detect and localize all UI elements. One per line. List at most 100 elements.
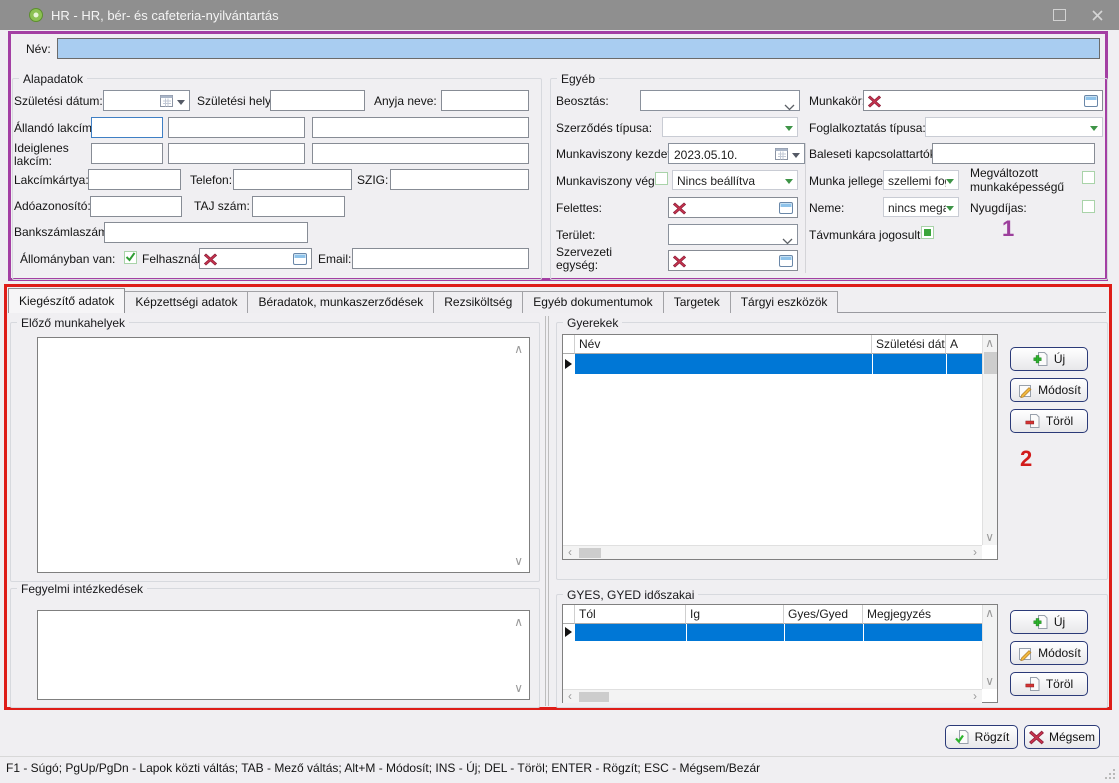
scroll-up-icon[interactable]: ∧ bbox=[514, 344, 523, 354]
bankszamlaszam-input[interactable] bbox=[104, 222, 308, 243]
gyerekek-selected-row[interactable] bbox=[575, 354, 982, 374]
chevron-down-icon bbox=[782, 232, 793, 250]
scrollbar-thumb[interactable] bbox=[579, 692, 609, 702]
szuletesi-datum-input[interactable] bbox=[103, 90, 190, 111]
scroll-up-icon[interactable]: ∧ bbox=[985, 608, 994, 618]
munka-jellege-label: Munka jellege: bbox=[809, 175, 886, 188]
nev-label: Név: bbox=[26, 43, 51, 56]
munkaviszony-vege-select[interactable]: Nincs beállítva bbox=[672, 170, 798, 190]
elozo-munkahelyek-listbox[interactable]: ∧ ∨ bbox=[37, 337, 530, 573]
fegyelmi-intezkedesek-listbox[interactable]: ∧ ∨ bbox=[37, 610, 530, 700]
foglalkoztatas-tipusa-select[interactable] bbox=[925, 117, 1103, 137]
tab-targyi-eszkozok[interactable]: Tárgyi eszközök bbox=[730, 291, 839, 313]
anyja-neve-input[interactable] bbox=[441, 90, 529, 111]
tavmunkara-jogosult-checkbox[interactable] bbox=[921, 226, 934, 239]
check-icon bbox=[125, 252, 136, 262]
scroll-down-icon[interactable]: ∨ bbox=[514, 556, 523, 566]
scrollbar-thumb[interactable] bbox=[984, 352, 997, 374]
munkaviszony-kezdete-value: 2023.05.10. bbox=[674, 148, 737, 162]
gyes-vertical-scrollbar[interactable]: ∧ ∨ bbox=[982, 605, 997, 689]
gyerekek-horizontal-scrollbar[interactable]: ‹ › bbox=[563, 545, 982, 559]
megsem-button[interactable]: Mégsem bbox=[1024, 725, 1100, 749]
munkakor-lookup-field[interactable] bbox=[863, 90, 1103, 111]
scroll-down-icon[interactable]: ∨ bbox=[985, 676, 994, 686]
szerzodes-tipusa-select[interactable] bbox=[662, 117, 798, 137]
gyes-selected-row[interactable] bbox=[575, 624, 982, 641]
gyes-gyed-table[interactable]: Tól Ig Gyes/Gyed Megjegyzés ∧ ∨ ‹ › bbox=[562, 604, 998, 703]
lakcimkartya-input[interactable] bbox=[88, 169, 181, 190]
allando-lakcim-input-1[interactable] bbox=[91, 117, 163, 138]
scroll-down-icon[interactable]: ∨ bbox=[514, 683, 523, 693]
close-button[interactable] bbox=[1084, 5, 1110, 25]
gyes-col-gyes-gyed[interactable]: Gyes/Gyed bbox=[784, 605, 863, 624]
lookup-picker-button[interactable] bbox=[777, 200, 795, 215]
lookup-picker-button[interactable] bbox=[291, 251, 309, 266]
taj-szam-input[interactable] bbox=[252, 196, 345, 217]
tab-targetek[interactable]: Targetek bbox=[663, 291, 731, 313]
tab-kiegeszito-adatok[interactable]: Kiegészítő adatok bbox=[8, 288, 125, 313]
gyes-horizontal-scrollbar[interactable]: ‹ › bbox=[563, 689, 982, 703]
panel-splitter[interactable] bbox=[545, 316, 546, 706]
megvaltozott-checkbox[interactable] bbox=[1082, 171, 1095, 184]
gyerekek-col-szuletesi-datum[interactable]: Születési dátum bbox=[872, 335, 946, 354]
tab-egyeb-dokumentumok[interactable]: Egyéb dokumentumok bbox=[522, 291, 663, 313]
date-dropdown-arrow-icon[interactable] bbox=[177, 100, 185, 105]
gyerekek-col-a[interactable]: A bbox=[946, 335, 982, 354]
gyes-col-tol[interactable]: Tól bbox=[575, 605, 686, 624]
scroll-right-icon[interactable]: › bbox=[973, 691, 977, 701]
allando-lakcim-input-3[interactable] bbox=[312, 117, 529, 138]
ideiglenes-lakcim-input-1[interactable] bbox=[91, 143, 163, 164]
lookup-picker-button[interactable] bbox=[777, 253, 795, 268]
munkaviszony-kezdete-input[interactable]: 2023.05.10. bbox=[668, 143, 805, 164]
tab-rezsikoltseg[interactable]: Rezsiköltség bbox=[433, 291, 523, 313]
ideiglenes-lakcim-input-3[interactable] bbox=[312, 143, 529, 164]
calendar-icon[interactable] bbox=[160, 94, 174, 112]
email-input[interactable] bbox=[352, 248, 529, 269]
gyes-torol-button[interactable]: Töröl bbox=[1010, 672, 1088, 696]
beosztas-select[interactable] bbox=[640, 90, 800, 111]
tab-kepzettsegi-adatok[interactable]: Képzettségi adatok bbox=[124, 291, 248, 313]
gyes-modosit-button[interactable]: Módosít bbox=[1010, 641, 1088, 665]
scrollbar-thumb[interactable] bbox=[579, 548, 601, 558]
gyes-col-ig[interactable]: Ig bbox=[686, 605, 784, 624]
felhasznalo-lookup-field[interactable] bbox=[199, 248, 312, 269]
scroll-down-icon[interactable]: ∨ bbox=[985, 532, 994, 542]
rogzit-button[interactable]: Rögzít bbox=[945, 725, 1018, 749]
szig-input[interactable] bbox=[390, 169, 529, 190]
szig-label: SZIG: bbox=[357, 174, 388, 187]
szervezeti-egyseg-lookup-field[interactable] bbox=[668, 250, 798, 271]
nev-input[interactable] bbox=[57, 38, 1100, 59]
date-dropdown-arrow-icon[interactable] bbox=[792, 153, 800, 158]
lookup-picker-button[interactable] bbox=[1082, 93, 1100, 108]
baleseti-kapcsolattartok-input[interactable] bbox=[932, 143, 1095, 164]
munkaviszony-vege-checkbox[interactable] bbox=[655, 172, 668, 185]
neme-select[interactable]: nincs megad bbox=[883, 197, 959, 217]
gyes-col-megjegyzes[interactable]: Megjegyzés bbox=[863, 605, 982, 624]
terulet-select[interactable] bbox=[668, 224, 798, 245]
gyerekek-vertical-scrollbar[interactable]: ∧ ∨ bbox=[982, 335, 997, 545]
felettes-lookup-field[interactable] bbox=[668, 197, 798, 218]
calendar-icon[interactable] bbox=[775, 147, 789, 165]
scroll-up-icon[interactable]: ∧ bbox=[985, 338, 994, 348]
gyerekek-col-nev[interactable]: Név bbox=[575, 335, 872, 354]
gyerekek-table[interactable]: Név Születési dátum A ∧ ∨ ‹ › bbox=[562, 334, 998, 560]
ideiglenes-lakcim-input-2[interactable] bbox=[168, 143, 305, 164]
allomanyban-van-checkbox[interactable] bbox=[124, 251, 137, 264]
gyerekek-uj-button[interactable]: Új bbox=[1010, 347, 1088, 371]
allando-lakcim-input-2[interactable] bbox=[168, 117, 305, 138]
gyerekek-torol-button[interactable]: Töröl bbox=[1010, 409, 1088, 433]
scroll-up-icon[interactable]: ∧ bbox=[514, 617, 523, 627]
munka-jellege-select[interactable]: szellemi fogl. bbox=[883, 170, 959, 190]
telefon-input[interactable] bbox=[233, 169, 352, 190]
tab-beradatok-munkaszerzodesek[interactable]: Béradatok, munkaszerződések bbox=[247, 291, 434, 313]
resize-grip[interactable] bbox=[1103, 767, 1115, 779]
scroll-left-icon[interactable]: ‹ bbox=[568, 547, 572, 557]
scroll-right-icon[interactable]: › bbox=[973, 547, 977, 557]
nyugdijas-checkbox[interactable] bbox=[1082, 200, 1095, 213]
maximize-button[interactable] bbox=[1046, 5, 1072, 25]
adoazonosito-input[interactable] bbox=[90, 196, 182, 217]
szuletesi-hely-input[interactable] bbox=[270, 90, 365, 111]
scroll-left-icon[interactable]: ‹ bbox=[568, 691, 572, 701]
gyerekek-modosit-button[interactable]: Módosít bbox=[1010, 378, 1088, 402]
gyes-uj-button[interactable]: Új bbox=[1010, 610, 1088, 634]
